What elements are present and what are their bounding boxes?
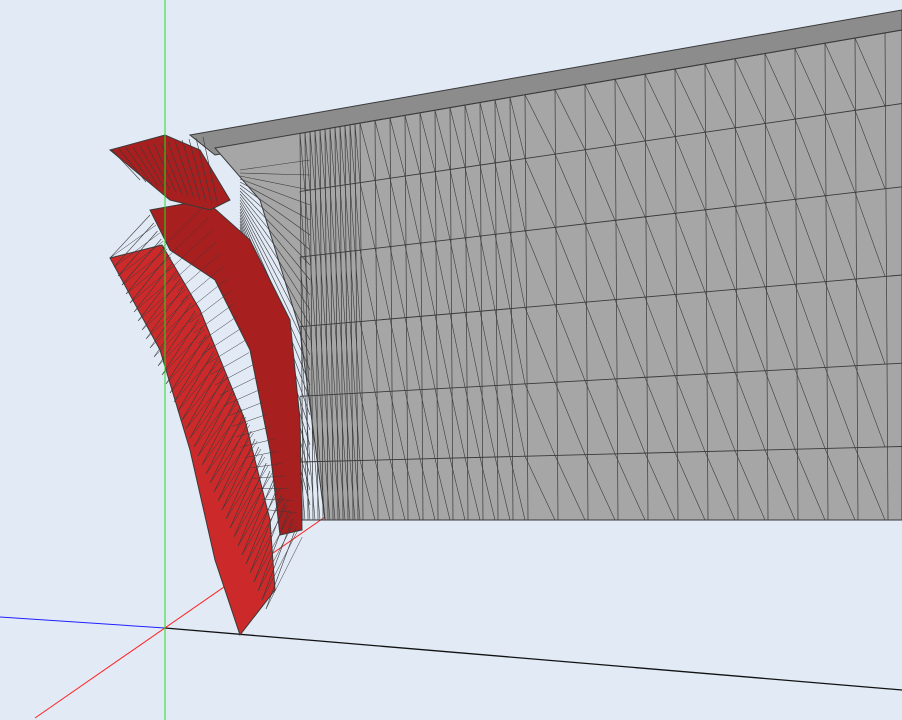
3d-viewport[interactable]	[0, 0, 902, 720]
grey-mesh-front-face	[214, 29, 902, 521]
ground-line	[164, 627, 902, 691]
z-axis-line	[0, 616, 166, 629]
3d-scene-canvas[interactable]	[0, 0, 902, 720]
x-axis-line	[34, 516, 326, 719]
